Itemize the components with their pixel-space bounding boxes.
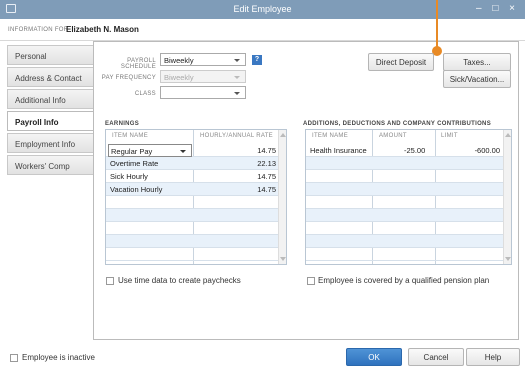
table-row[interactable] xyxy=(106,235,278,248)
col-amount: AMOUNT xyxy=(379,133,407,139)
item-select[interactable]: Regular Pay xyxy=(108,144,192,157)
employee-inactive-label: Employee is inactive xyxy=(22,353,95,362)
info-label: INFORMATION FOR xyxy=(8,27,69,33)
cell-limit: -600.00 xyxy=(474,146,500,155)
tab-employment-info[interactable]: Employment Info xyxy=(7,133,93,153)
table-row[interactable]: Vacation Hourly 14.75 xyxy=(106,183,278,196)
title-bar: Edit Employee – □ × xyxy=(0,0,525,19)
tab-address-contact[interactable]: Address & Contact xyxy=(7,67,93,87)
employee-inactive-checkbox[interactable] xyxy=(10,354,18,362)
pension-plan-checkbox[interactable] xyxy=(307,277,315,285)
col-hourly-annual-rate: HOURLY/ANNUAL RATE xyxy=(200,133,273,139)
col-item-name: ITEM NAME xyxy=(312,133,349,139)
pay-frequency-select: Biweekly xyxy=(160,70,246,83)
table-row[interactable]: Overtime Rate 22.13 xyxy=(106,157,278,170)
window-title: Edit Employee xyxy=(233,4,292,14)
additions-table: ITEM NAME AMOUNT LIMIT Health Insurance … xyxy=(305,129,512,265)
scroll-down-icon[interactable] xyxy=(505,257,511,261)
tab-personal[interactable]: Personal xyxy=(7,45,93,65)
help-button[interactable]: Help xyxy=(466,348,520,366)
tab-payroll-info[interactable]: Payroll Info xyxy=(7,111,93,131)
employee-name: Elizabeth N. Mason xyxy=(66,25,139,34)
chevron-down-icon xyxy=(234,76,240,79)
earnings-heading: EARNINGS xyxy=(105,121,140,127)
table-row[interactable] xyxy=(306,183,503,196)
cancel-button[interactable]: Cancel xyxy=(408,348,464,366)
ok-button[interactable]: OK xyxy=(346,348,402,366)
pension-plan-label: Employee is covered by a qualified pensi… xyxy=(318,276,490,285)
tab-additional-info[interactable]: Additional Info xyxy=(7,89,93,109)
cell-amount: -25.00 xyxy=(404,146,426,155)
cell-item: Regular Pay xyxy=(111,147,153,156)
cell-rate: 14.75 xyxy=(257,172,276,181)
table-row[interactable] xyxy=(306,248,503,261)
callout-line xyxy=(436,0,438,48)
help-icon[interactable]: ? xyxy=(252,55,262,65)
payroll-schedule-value: Biweekly xyxy=(164,56,194,65)
sick-vacation-button[interactable]: Sick/Vacation... xyxy=(443,70,511,88)
schedule-label: PAYROLL SCHEDULE xyxy=(120,58,156,70)
earnings-scrollbar[interactable] xyxy=(278,130,286,264)
earnings-table: ITEM NAME HOURLY/ANNUAL RATE Regular Pay… xyxy=(105,129,287,265)
table-row[interactable] xyxy=(106,248,278,261)
table-row[interactable] xyxy=(306,157,503,170)
cell-item: Vacation Hourly xyxy=(110,185,163,194)
taxes-button[interactable]: Taxes... xyxy=(443,53,511,71)
tab-workers-comp[interactable]: Workers' Comp xyxy=(7,155,93,175)
cell-item: Overtime Rate xyxy=(110,159,159,168)
cell-item: Sick Hourly xyxy=(110,172,148,181)
payroll-schedule-select[interactable]: Biweekly xyxy=(160,53,246,66)
pay-frequency-value: Biweekly xyxy=(164,73,194,82)
additions-heading: ADDITIONS, DEDUCTIONS AND COMPANY CONTRI… xyxy=(303,121,491,127)
table-row[interactable] xyxy=(306,170,503,183)
table-row[interactable] xyxy=(306,196,503,209)
time-data-label: Use time data to create paychecks xyxy=(118,276,241,285)
direct-deposit-button[interactable]: Direct Deposit xyxy=(368,53,434,71)
col-limit: LIMIT xyxy=(441,133,458,139)
table-row[interactable] xyxy=(306,235,503,248)
scroll-down-icon[interactable] xyxy=(280,257,286,261)
table-row[interactable] xyxy=(106,196,278,209)
table-row[interactable] xyxy=(106,209,278,222)
table-row[interactable] xyxy=(106,222,278,235)
time-data-checkbox[interactable] xyxy=(106,277,114,285)
cell-rate: 14.75 xyxy=(257,185,276,194)
col-item-name: ITEM NAME xyxy=(112,133,149,139)
table-row[interactable]: Sick Hourly 14.75 xyxy=(106,170,278,183)
table-row[interactable]: Regular Pay 14.75 xyxy=(106,144,278,157)
table-row[interactable] xyxy=(306,209,503,222)
additions-scrollbar[interactable] xyxy=(503,130,511,264)
info-bar: INFORMATION FOR Elizabeth N. Mason xyxy=(0,19,525,41)
chevron-down-icon xyxy=(234,59,240,62)
table-row[interactable] xyxy=(306,222,503,235)
class-select[interactable] xyxy=(160,86,246,99)
sidebar: Personal Address & Contact Additional In… xyxy=(0,41,93,341)
window-controls[interactable]: – □ × xyxy=(476,3,519,14)
class-label: CLASS xyxy=(134,91,156,97)
scroll-up-icon[interactable] xyxy=(505,133,511,137)
table-row[interactable]: Health Insurance -25.00 -600.00 xyxy=(306,144,503,157)
cell-rate: 22.13 xyxy=(257,159,276,168)
cell-item: Health Insurance xyxy=(310,146,367,155)
cell-rate[interactable]: 14.75 xyxy=(257,146,276,155)
frequency-label: PAY FREQUENCY xyxy=(101,75,156,81)
scroll-up-icon[interactable] xyxy=(280,133,286,137)
chevron-down-icon xyxy=(180,150,186,153)
chevron-down-icon xyxy=(234,92,240,95)
